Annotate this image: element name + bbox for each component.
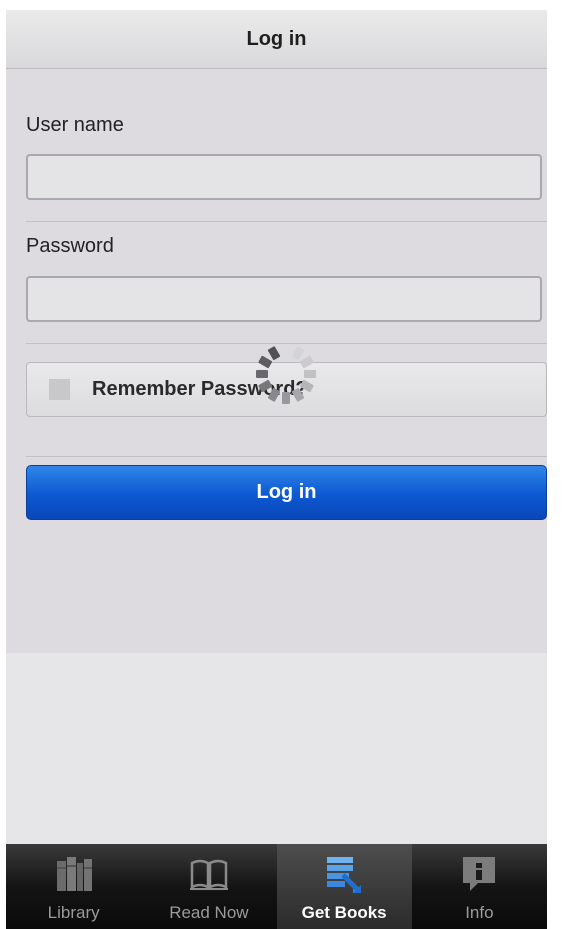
page-title: Log in <box>246 27 307 50</box>
loading-spinner-icon <box>252 340 320 408</box>
tab-bar: Library Read Now Get Books Info <box>6 844 547 929</box>
divider <box>26 221 547 222</box>
tab-read-now[interactable]: Read Now <box>141 844 276 929</box>
get-books-icon <box>327 857 362 893</box>
app-screen: Log in User name Password Remember Passw… <box>6 10 547 929</box>
spinner-segment <box>256 370 268 378</box>
spinner-segment <box>304 370 316 378</box>
spinner-segment <box>291 346 305 361</box>
navigation-bar: Log in <box>6 10 547 69</box>
tab-info[interactable]: Info <box>412 844 547 929</box>
spinner-segment <box>267 387 281 402</box>
tab-label: Get Books <box>301 903 387 922</box>
remember-password-checkbox[interactable] <box>49 379 70 400</box>
book-icon <box>189 859 228 890</box>
divider <box>26 456 547 457</box>
spinner-segment <box>258 379 273 393</box>
empty-area <box>6 653 547 844</box>
password-label: Password <box>26 235 114 257</box>
spinner-segment <box>299 355 314 369</box>
login-button[interactable]: Log in <box>26 465 547 520</box>
username-label: User name <box>26 114 124 136</box>
password-input[interactable] <box>26 276 542 322</box>
spinner-segment <box>282 344 290 356</box>
tab-library[interactable]: Library <box>6 844 141 929</box>
tab-label: Info <box>465 903 494 922</box>
spinner-segment <box>299 379 314 393</box>
tab-label: Read Now <box>169 903 249 922</box>
spinner-segment <box>258 355 273 369</box>
spinner-segment <box>282 392 290 404</box>
tab-label: Library <box>47 903 100 922</box>
spinner-segment <box>291 387 305 402</box>
tab-get-books[interactable]: Get Books <box>276 844 412 929</box>
spinner-segment <box>267 346 281 361</box>
username-input[interactable] <box>26 154 542 200</box>
info-icon <box>463 857 496 891</box>
library-icon <box>56 857 92 891</box>
